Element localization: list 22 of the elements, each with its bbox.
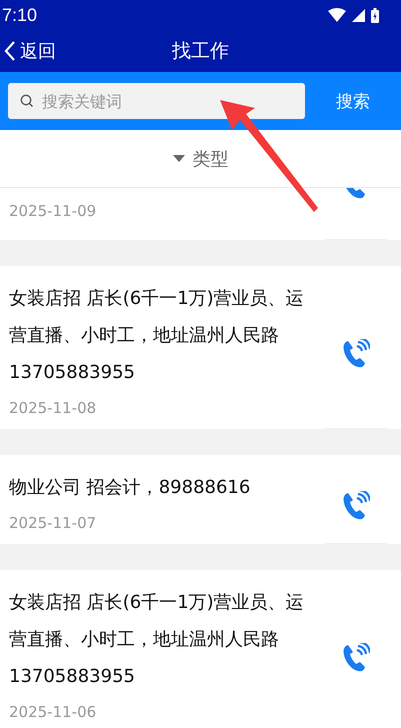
status-time: 7:10 [2,4,38,26]
job-description: 女装店招 店长(6千一1万)营业员、运营直播、小时工，地址温州人民路13705883955 [9,591,305,689]
battery-icon [371,8,379,22]
back-button[interactable]: 返回 [0,39,56,63]
caret-down-icon [172,154,184,162]
back-chevron-icon [4,40,16,62]
post-date: 2025-11-07 [9,513,98,534]
post-date: 2025-11-06 [9,702,98,723]
search-icon [20,94,34,108]
phone-call-icon[interactable] [342,491,370,521]
page-title: 找工作 [172,39,229,64]
phone-call-icon[interactable] [342,643,370,673]
type-filter-dropdown[interactable]: 类型 [166,146,234,172]
search-button[interactable]: 搜索 [305,88,401,114]
post-date: 2025-11-08 [9,398,98,419]
job-description: 女装店招 店长(6千一1万)营业员、运营直播、小时工，地址温州人民路13705883955 [9,287,305,385]
phone-call-icon[interactable] [342,339,370,369]
job-description: 物业公司 招会计，89888616 [9,476,252,500]
post-date: 2025-11-09 [9,201,98,222]
signal-icon [352,8,365,22]
wifi-icon [328,8,346,22]
search-field[interactable]: 搜索关键词 [8,83,305,119]
